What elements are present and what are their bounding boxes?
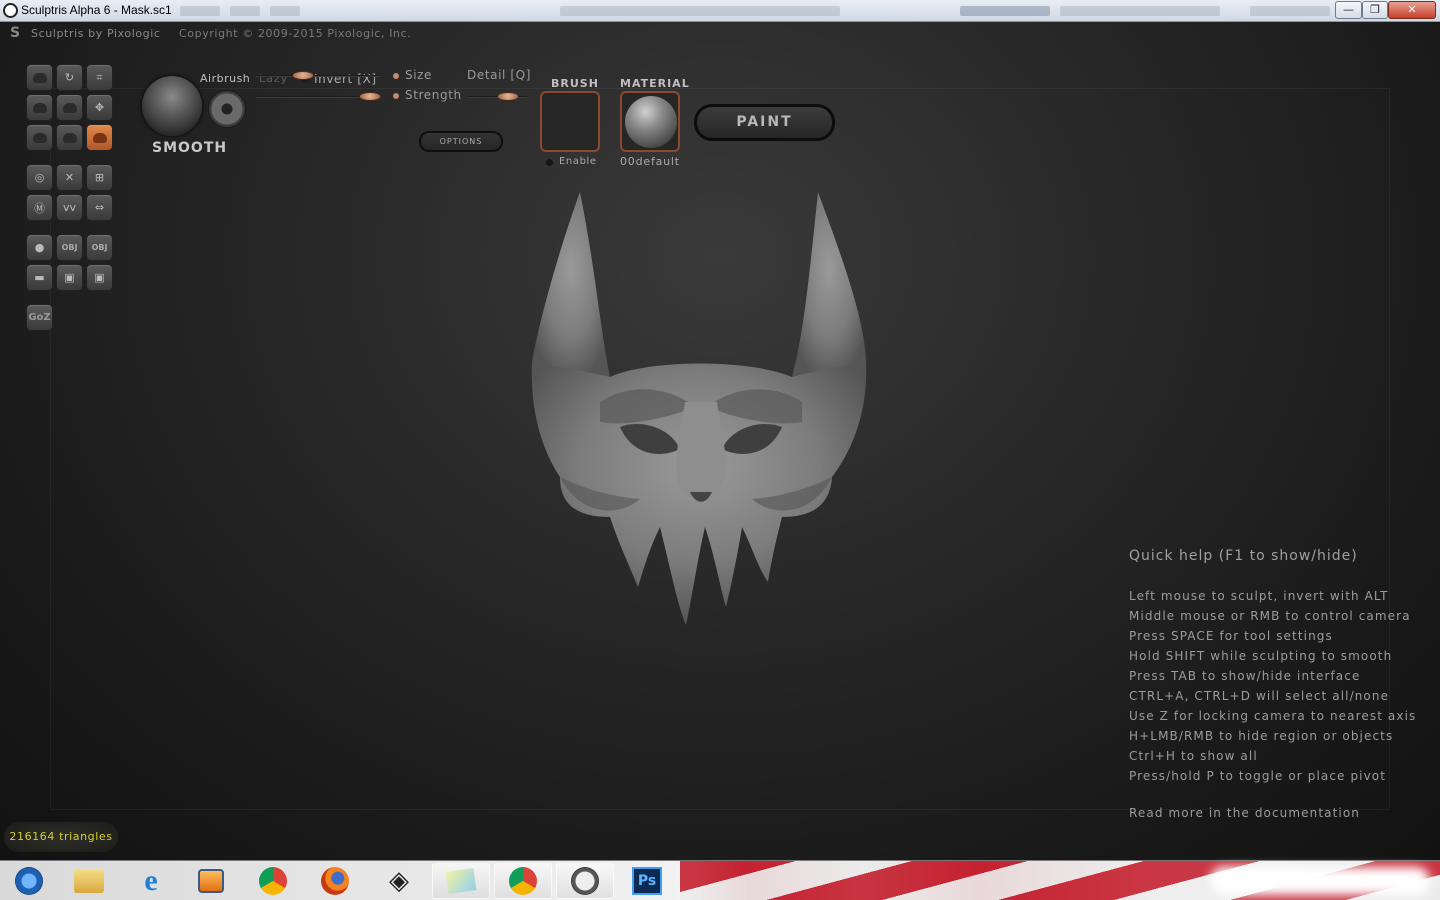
draw-icon[interactable] — [26, 64, 53, 91]
size-slider-knob[interactable] — [292, 71, 314, 80]
move-icon[interactable]: ✥ — [86, 94, 113, 121]
toolbar-placeholder — [1250, 6, 1330, 16]
wireframe-icon[interactable]: ✕ — [56, 164, 83, 191]
mask-icon[interactable]: Ⓜ — [26, 194, 53, 221]
paint-button[interactable]: PAINT — [694, 104, 835, 141]
smooth-icon[interactable] — [86, 124, 113, 151]
crop-icon[interactable]: ⌗ — [86, 64, 113, 91]
brush-texture-slot[interactable] — [540, 91, 600, 152]
open-icon[interactable]: ▣ — [56, 264, 83, 291]
menu-placeholder — [180, 6, 220, 16]
chrome-icon[interactable] — [494, 863, 552, 899]
brand-label: Sculptris by Pixologic — [31, 27, 161, 40]
brush-preview[interactable] — [142, 76, 202, 136]
detail-label: Detail [Q] — [467, 68, 531, 82]
quick-help-title: Quick help (F1 to show/hide) — [1129, 548, 1358, 564]
notes-icon[interactable] — [432, 863, 490, 899]
enable-checkbox[interactable] — [546, 159, 553, 166]
crease-icon[interactable] — [56, 124, 83, 151]
quick-help-line: H+LMB/RMB to hide region or objects — [1129, 729, 1394, 743]
quick-help-line: Press SPACE for tool settings — [1129, 629, 1333, 643]
material-preview — [625, 96, 677, 148]
size-bullet — [393, 73, 399, 79]
quick-help-line: Press/hold P to toggle or place pivot — [1129, 769, 1387, 783]
quick-help-line: Press TAB to show/hide interface — [1129, 669, 1361, 683]
quick-help-line: Left mouse to sculpt, invert with ALT — [1129, 589, 1389, 603]
import-obj-icon[interactable]: OBJ — [56, 234, 83, 261]
size-label: Size — [405, 68, 433, 82]
minimize-button[interactable]: — — [1335, 1, 1362, 19]
documentation-link[interactable]: Read more in the documentation — [1129, 806, 1429, 820]
sphere-icon[interactable]: ● — [26, 234, 53, 261]
windows-start-icon[interactable] — [0, 863, 58, 899]
menu-placeholder — [230, 6, 260, 16]
sculpt-viewport[interactable]: S Sculptris by Pixologic Copyright © 200… — [0, 22, 1440, 860]
quick-help-line: Use Z for locking camera to nearest axis — [1129, 709, 1417, 723]
flatten-icon[interactable] — [26, 94, 53, 121]
options-button[interactable]: OPTIONS — [419, 131, 503, 152]
windows-taskbar: e ◈ Ps — [0, 860, 1440, 900]
save-icon[interactable]: ▣ — [86, 264, 113, 291]
system-tray — [1210, 867, 1430, 895]
chrome-icon[interactable] — [244, 863, 302, 899]
material-heading: MATERIAL — [620, 77, 690, 90]
window-title: Sculptris Alpha 6 - Mask.sc1 — [21, 3, 172, 17]
quick-help-panel: Quick help (F1 to show/hide) Left mouse … — [1129, 548, 1429, 820]
folder-icon[interactable] — [60, 863, 118, 899]
reduce-icon[interactable]: vv — [56, 194, 83, 221]
toolbar-placeholder — [1060, 6, 1220, 16]
pinch-icon[interactable] — [26, 124, 53, 151]
airbrush-label: Airbrush — [200, 72, 251, 85]
sculptris-icon[interactable] — [556, 863, 614, 899]
grid-icon[interactable]: ⊞ — [86, 164, 113, 191]
sculpt-model[interactable] — [520, 187, 880, 627]
strength-label: Strength — [405, 88, 462, 102]
app-header: S Sculptris by Pixologic Copyright © 200… — [0, 22, 1440, 44]
unity-icon[interactable]: ◈ — [370, 863, 428, 899]
sculptris-logo-icon: S — [10, 25, 21, 41]
detail-slider-knob[interactable] — [497, 92, 519, 101]
goz-button[interactable]: GoZ — [26, 304, 53, 331]
material-name: 00default — [620, 155, 680, 168]
symmetry-icon[interactable]: ◎ — [26, 164, 53, 191]
material-slot[interactable] — [620, 91, 680, 152]
quick-help-line: Ctrl+H to show all — [1129, 749, 1258, 763]
firefox-icon[interactable] — [306, 863, 364, 899]
media-player-icon[interactable] — [182, 863, 240, 899]
quick-help-line: Middle mouse or RMB to control camera — [1129, 609, 1411, 623]
inflate-icon[interactable] — [56, 94, 83, 121]
export-obj-icon[interactable]: OBJ — [86, 234, 113, 261]
toolbar-placeholder — [960, 6, 1050, 16]
strength-slider-knob[interactable] — [359, 92, 381, 101]
rotate-icon[interactable]: ↻ — [56, 64, 83, 91]
toolbar-placeholder — [560, 6, 840, 16]
quick-help-line: CTRL+A, CTRL+D will select all/none — [1129, 689, 1390, 703]
plane-icon[interactable]: ▬ — [26, 264, 53, 291]
triangle-count: 216164 triangles — [4, 822, 118, 852]
window-title-bar: Sculptris Alpha 6 - Mask.sc1 — ❐ ✕ — [0, 0, 1440, 22]
brush-heading: BRUSH — [551, 77, 599, 90]
photoshop-icon[interactable]: Ps — [618, 863, 676, 899]
close-button[interactable]: ✕ — [1388, 1, 1436, 19]
strength-bullet — [393, 93, 399, 99]
enable-label[interactable]: Enable — [559, 156, 597, 167]
maximize-button[interactable]: ❐ — [1362, 1, 1388, 19]
lazy-toggle[interactable]: Lazy — [259, 72, 288, 85]
copyright-label: Copyright © 2009-2015 Pixologic, Inc. — [179, 27, 412, 40]
menu-placeholder — [270, 6, 300, 16]
airbrush-toggle[interactable] — [208, 90, 246, 128]
size-slider-track[interactable] — [256, 75, 380, 77]
mirror-icon[interactable]: ⇔ — [86, 194, 113, 221]
quick-help-line: Hold SHIFT while sculpting to smooth — [1129, 649, 1393, 663]
ie-icon[interactable]: e — [122, 863, 180, 899]
sculptris-app-icon — [3, 3, 18, 18]
brush-name: SMOOTH — [152, 140, 228, 156]
